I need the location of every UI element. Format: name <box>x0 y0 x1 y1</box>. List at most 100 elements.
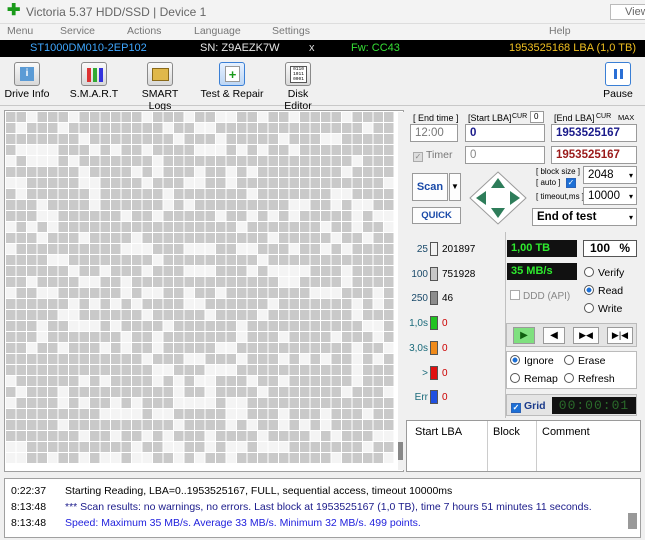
scan-block <box>90 178 100 188</box>
scan-block <box>163 354 173 364</box>
step-back-icon[interactable]: ◀ <box>543 327 565 344</box>
scan-block <box>226 288 236 298</box>
scan-block <box>69 387 79 397</box>
end-icon[interactable]: ▶|◀ <box>607 327 633 344</box>
navigation-arrows[interactable] <box>468 170 528 226</box>
read-label: Read <box>598 285 624 297</box>
scan-block <box>352 321 362 331</box>
scan-block <box>142 387 152 397</box>
end-action-select[interactable]: End of test ▾ <box>532 208 637 226</box>
ignore-label: Ignore <box>524 355 554 367</box>
scan-block <box>373 321 383 331</box>
scan-block <box>37 189 47 199</box>
disk-editor-button[interactable]: 0110 1011 0001 Disk Editor <box>273 60 323 112</box>
start-cur-field[interactable]: 0 <box>530 111 544 123</box>
end-lba-field[interactable]: 1953525167 <box>551 124 637 142</box>
scan-block <box>79 398 89 408</box>
scan-block <box>289 431 299 441</box>
scan-block <box>16 123 26 133</box>
scan-block <box>111 343 121 353</box>
scan-block <box>384 112 394 122</box>
scan-block <box>310 123 320 133</box>
menu-item-service[interactable]: Service <box>60 25 95 37</box>
end-max-label[interactable]: MAX <box>618 113 634 122</box>
grid-checkbox[interactable]: ✓ Grid <box>511 400 546 413</box>
scan-block <box>258 343 268 353</box>
scan-block <box>79 123 89 133</box>
read-radio[interactable]: Read <box>584 285 623 297</box>
menu-item-menu[interactable]: Menu <box>7 25 33 37</box>
quick-button[interactable]: QUICK <box>412 207 461 224</box>
scan-block <box>69 189 79 199</box>
device-bar[interactable]: ST1000DM010-2EP102 SN: Z9AEZK7W x Fw: CC… <box>0 40 645 57</box>
col-block[interactable]: Block <box>493 426 520 438</box>
col-start-lba[interactable]: Start LBA <box>415 426 462 438</box>
scan-block <box>258 277 268 287</box>
menu-item-help[interactable]: Help <box>549 25 571 37</box>
test-repair-button[interactable]: + Test & Repair <box>199 60 265 104</box>
scan-block <box>363 244 373 254</box>
menu-item-language[interactable]: Language <box>194 25 241 37</box>
scan-block <box>58 112 68 122</box>
smart-logs-button[interactable]: SMART Logs <box>130 60 190 112</box>
scan-block <box>90 277 100 287</box>
write-radio[interactable]: Write <box>584 303 622 315</box>
remap-radio[interactable]: Remap <box>510 373 558 385</box>
end-lba-current-field[interactable]: 1953525167 <box>551 146 637 164</box>
timer-checkbox[interactable]: ✓ Timer <box>413 149 452 162</box>
grid-scrollbar-thumb[interactable] <box>398 442 403 460</box>
auto-checkbox[interactable]: ✓ <box>566 178 576 188</box>
refresh-radio[interactable]: Refresh <box>564 373 615 385</box>
col-comment[interactable]: Comment <box>542 426 590 438</box>
scan-block <box>279 442 289 452</box>
scan-block <box>352 211 362 221</box>
pause-button[interactable]: Pause <box>598 60 638 104</box>
scan-block <box>16 211 26 221</box>
menu-item-settings[interactable]: Settings <box>272 25 310 37</box>
scan-dropdown-icon[interactable]: ▼ <box>449 173 461 201</box>
scan-block <box>310 354 320 364</box>
start-lba-field[interactable]: 0 <box>465 124 545 142</box>
title-bar: ✚ Victoria 5.37 HDD/SSD | Device 1 View <box>0 0 645 24</box>
ignore-radio[interactable]: Ignore <box>510 355 554 367</box>
scan-block <box>237 178 247 188</box>
scan-block <box>174 123 184 133</box>
drive-info-button[interactable]: i Drive Info <box>4 60 50 104</box>
timeout-select[interactable]: 10000 ▾ <box>583 187 637 205</box>
menu-item-actions[interactable]: Actions <box>127 25 161 37</box>
ddd-api-checkbox[interactable]: DDD (API) <box>510 290 570 302</box>
scan-block <box>195 233 205 243</box>
timer-field[interactable]: 0 <box>465 146 545 164</box>
skip-icon[interactable]: ▶◀ <box>573 327 599 344</box>
erase-radio[interactable]: Erase <box>564 355 605 367</box>
log-scrollbar-thumb[interactable] <box>628 513 637 529</box>
scan-block <box>205 387 215 397</box>
test-settings-panel: [ End time ] 12:00 [Start LBA] CUR 0 0 [… <box>406 110 641 472</box>
grid-scrollbar[interactable] <box>398 112 404 470</box>
scan-block <box>279 398 289 408</box>
end-time-field[interactable]: 12:00 <box>410 124 458 142</box>
scan-block <box>58 442 68 452</box>
close-device-icon[interactable]: x <box>309 42 315 54</box>
scan-block <box>321 266 331 276</box>
play-icon[interactable]: ▶ <box>513 327 535 344</box>
scan-block <box>79 354 89 364</box>
smart-button[interactable]: S.M.A.R.T <box>64 60 124 104</box>
scan-block <box>226 299 236 309</box>
verify-radio[interactable]: Verify <box>584 267 624 279</box>
speed-display: 35 MB/s <box>507 263 577 280</box>
scan-block <box>226 277 236 287</box>
view-button[interactable]: View <box>610 4 645 20</box>
scan-block <box>279 211 289 221</box>
block-size-select[interactable]: 2048 ▾ <box>583 166 637 184</box>
scan-block <box>216 112 226 122</box>
scan-block <box>163 376 173 386</box>
scan-block <box>363 112 373 122</box>
end-cur-label[interactable]: CUR <box>596 113 611 120</box>
scan-button[interactable]: Scan <box>412 173 448 201</box>
scan-block <box>184 112 194 122</box>
scan-block <box>321 365 331 375</box>
scan-block <box>153 376 163 386</box>
scan-block <box>268 431 278 441</box>
scan-block <box>100 189 110 199</box>
